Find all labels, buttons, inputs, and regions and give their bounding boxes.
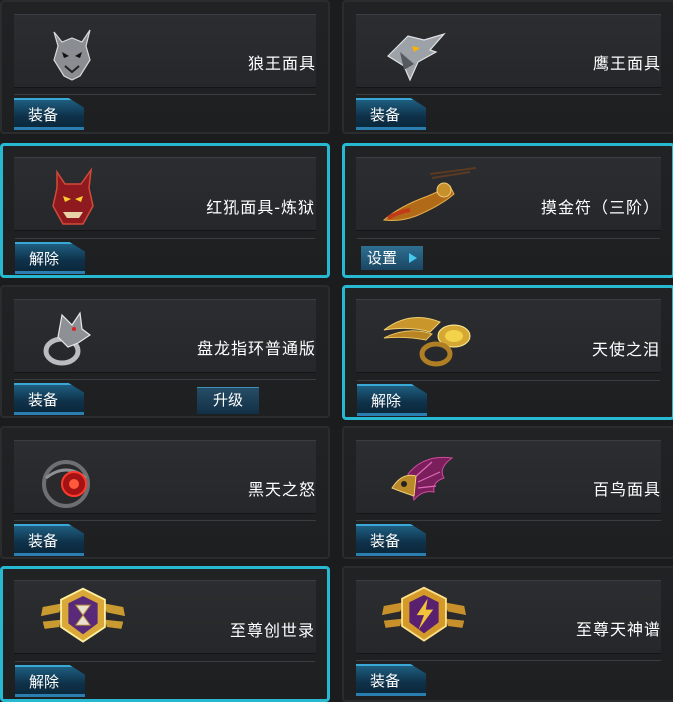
unequip-button[interactable]: 解除 [15,242,85,274]
item-card-lightning-emblem[interactable]: 至尊天神谱 装备 [342,566,673,702]
item-card-amulet[interactable]: 摸金符（三阶） 设置 [342,143,673,278]
divider [357,238,660,239]
dragon-ring-icon [43,311,92,366]
item-card-hourglass-emblem[interactable]: 至尊创世录 解除 [0,566,330,702]
equip-button[interactable]: 装备 [14,98,84,130]
divider [15,661,315,662]
item-name: 百鸟面具 [592,480,661,499]
item-card-black-sky-ring[interactable]: 黑天之怒 装备 [0,426,330,559]
eagle-king-mask-icon [387,32,446,82]
item-name: 鹰王面具 [592,54,661,73]
lightning-emblem-icon [381,586,467,642]
item-card-red-demon-mask[interactable]: 红犼面具-炼狱 解除 [0,143,330,278]
unequip-button[interactable]: 解除 [15,665,85,697]
equip-button[interactable]: 装备 [14,383,84,415]
divider [356,520,661,521]
angel-tear-ring-icon [383,317,471,367]
settings-button[interactable]: 设置 [361,246,423,270]
wolf-king-mask-icon [53,29,91,81]
divider [356,94,661,95]
equip-button[interactable]: 装备 [356,98,426,130]
unequip-button[interactable]: 解除 [357,384,427,416]
item-card-dragon-ring[interactable]: 盘龙指环普通版 装备 升级 [0,285,330,418]
item-card-angel-tear[interactable]: 天使之泪 解除 [342,285,673,420]
item-name: 至尊天神谱 [575,620,661,639]
divider [356,660,661,661]
equip-button[interactable]: 装备 [14,524,84,556]
item-name: 摸金符（三阶） [540,198,660,217]
divider [357,380,660,381]
equip-button[interactable]: 装备 [356,524,426,556]
item-name: 黑天之怒 [247,480,316,499]
item-card-feather-mask[interactable]: 百鸟面具 装备 [342,426,673,559]
equip-button[interactable]: 装备 [356,664,426,696]
item-name: 狼王面具 [247,54,316,73]
item-name: 盘龙指环普通版 [196,339,316,358]
amulet-icon [382,167,477,221]
item-name: 红犼面具-炼狱 [206,198,315,217]
play-arrow-icon [409,253,417,263]
feather-mask-icon [391,456,454,502]
item-name: 天使之泪 [591,340,660,359]
hourglass-emblem-icon [40,587,126,643]
divider [14,379,316,380]
black-sky-ring-icon [42,460,90,508]
divider [14,94,316,95]
item-name: 至尊创世录 [229,621,315,640]
red-demon-mask-icon [52,167,94,225]
item-card-wolf-king-mask[interactable]: 狼王面具 装备 [0,0,330,134]
divider [15,238,315,239]
item-card-eagle-king-mask[interactable]: 鹰王面具 装备 [342,0,673,134]
settings-label: 设置 [367,249,398,267]
divider [14,520,316,521]
upgrade-button[interactable]: 升级 [197,387,259,414]
